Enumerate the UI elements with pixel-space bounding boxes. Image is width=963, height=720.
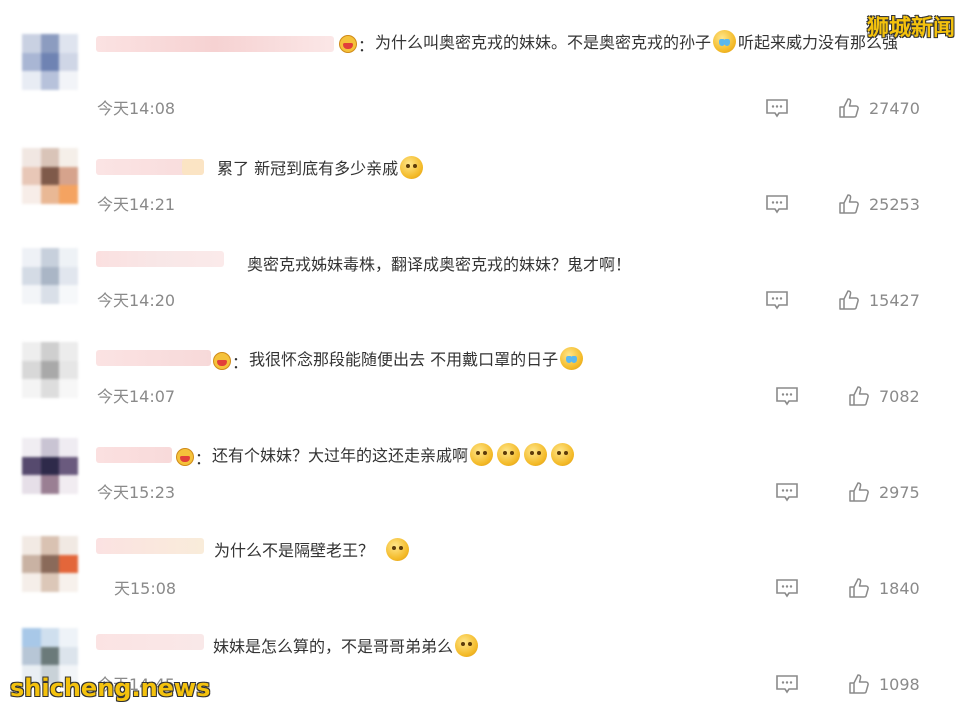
username-tail	[182, 159, 204, 175]
like-count: 27470	[869, 99, 920, 118]
watermark-logo-bottom: shicheng.news	[10, 674, 211, 702]
avatar[interactable]	[22, 248, 78, 304]
comment-text: 为什么不是隔壁老王？	[214, 536, 411, 565]
laughing-emoji-icon	[524, 443, 548, 466]
comment-icon[interactable]	[765, 98, 789, 118]
comment-item: ： 我很怀念那段能随便出去 不用戴口罩的日子 今天14:07 7082	[0, 336, 963, 432]
grinning-sweat-emoji-icon	[455, 634, 479, 657]
comment-item: 累了 新冠到底有多少亲戚 今天14:21 25253	[0, 140, 963, 236]
thumbs-up-icon[interactable]	[848, 481, 870, 503]
thumbs-up-icon[interactable]	[848, 385, 870, 407]
comment-icon[interactable]	[765, 194, 789, 214]
laughing-emoji-icon	[551, 443, 575, 466]
username[interactable]	[96, 538, 204, 554]
like-count: 2975	[879, 483, 920, 502]
crying-emoji-icon	[713, 30, 737, 53]
comment-text: 妹妹是怎么算的，不是哥哥弟弟么	[213, 632, 480, 661]
timestamp: 天15:08	[114, 579, 177, 598]
sweat-emoji-icon	[400, 156, 424, 179]
crying-emoji-icon	[560, 347, 584, 370]
laughing-emoji-icon	[470, 443, 494, 466]
thumbs-up-icon[interactable]	[838, 97, 860, 119]
laughing-emoji-icon	[497, 443, 521, 466]
vip-badge-icon	[176, 448, 194, 466]
timestamp: 今天14:08	[97, 99, 176, 118]
username[interactable]	[96, 350, 211, 366]
comment-item: 奥密克戎姊妹毒株，翻译成奥密克戎的妹妹？鬼才啊！ 今天14:20 15427	[0, 238, 963, 334]
comment-item: ： 还有个妹妹？大过年的这还走亲戚啊 今天15:23 2975	[0, 432, 963, 528]
username[interactable]	[96, 634, 204, 650]
comment-icon[interactable]	[765, 290, 789, 310]
vip-badge-icon	[339, 35, 357, 53]
thumbs-up-icon[interactable]	[848, 577, 870, 599]
like-count: 1840	[879, 579, 920, 598]
avatar[interactable]	[22, 438, 78, 494]
username[interactable]	[96, 36, 334, 52]
comment-text: 累了 新冠到底有多少亲戚	[217, 154, 425, 183]
timestamp: 今天15:23	[97, 483, 176, 502]
comment-icon[interactable]	[775, 482, 799, 502]
like-count: 7082	[879, 387, 920, 406]
comment-text: 还有个妹妹？大过年的这还走亲戚啊	[212, 441, 576, 470]
thumbs-up-icon[interactable]	[838, 193, 860, 215]
timestamp: 今天14:07	[97, 387, 176, 406]
like-count: 1098	[879, 675, 920, 694]
vip-badge-icon	[213, 352, 231, 370]
thumbs-up-icon[interactable]	[838, 289, 860, 311]
comment-text: 为什么叫奥密克戎的妹妹。不是奥密克戎的孙子 听起来威力没有那么强	[375, 28, 915, 57]
comment-item: 妹妹是怎么算的，不是哥哥弟弟么 今天14:45 1098	[0, 624, 963, 720]
comment-text: 我很怀念那段能随便出去 不用戴口罩的日子	[249, 345, 585, 374]
comment-item: 为什么不是隔壁老王？ 天15:08 1840	[0, 528, 963, 624]
username[interactable]	[96, 251, 224, 267]
thumbs-up-icon[interactable]	[848, 673, 870, 695]
timestamp: 今天14:21	[97, 195, 176, 214]
comment-icon[interactable]	[775, 674, 799, 694]
like-count: 15427	[869, 291, 920, 310]
watermark-logo-top: 狮城新闻	[866, 16, 955, 41]
comment-text: 奥密克戎姊妹毒株，翻译成奥密克戎的妹妹？鬼才啊！	[247, 255, 632, 274]
comment-icon[interactable]	[775, 578, 799, 598]
avatar[interactable]	[22, 148, 78, 204]
avatar[interactable]	[22, 342, 78, 398]
smile-emoji-icon	[386, 538, 410, 561]
comment-item: ： 为什么叫奥密克戎的妹妹。不是奥密克戎的孙子 听起来威力没有那么强 今天14:0…	[0, 28, 963, 124]
timestamp: 今天14:20	[97, 291, 176, 310]
avatar[interactable]	[22, 34, 78, 90]
avatar[interactable]	[22, 536, 78, 592]
username[interactable]	[96, 447, 172, 463]
like-count: 25253	[869, 195, 920, 214]
comment-icon[interactable]	[775, 386, 799, 406]
